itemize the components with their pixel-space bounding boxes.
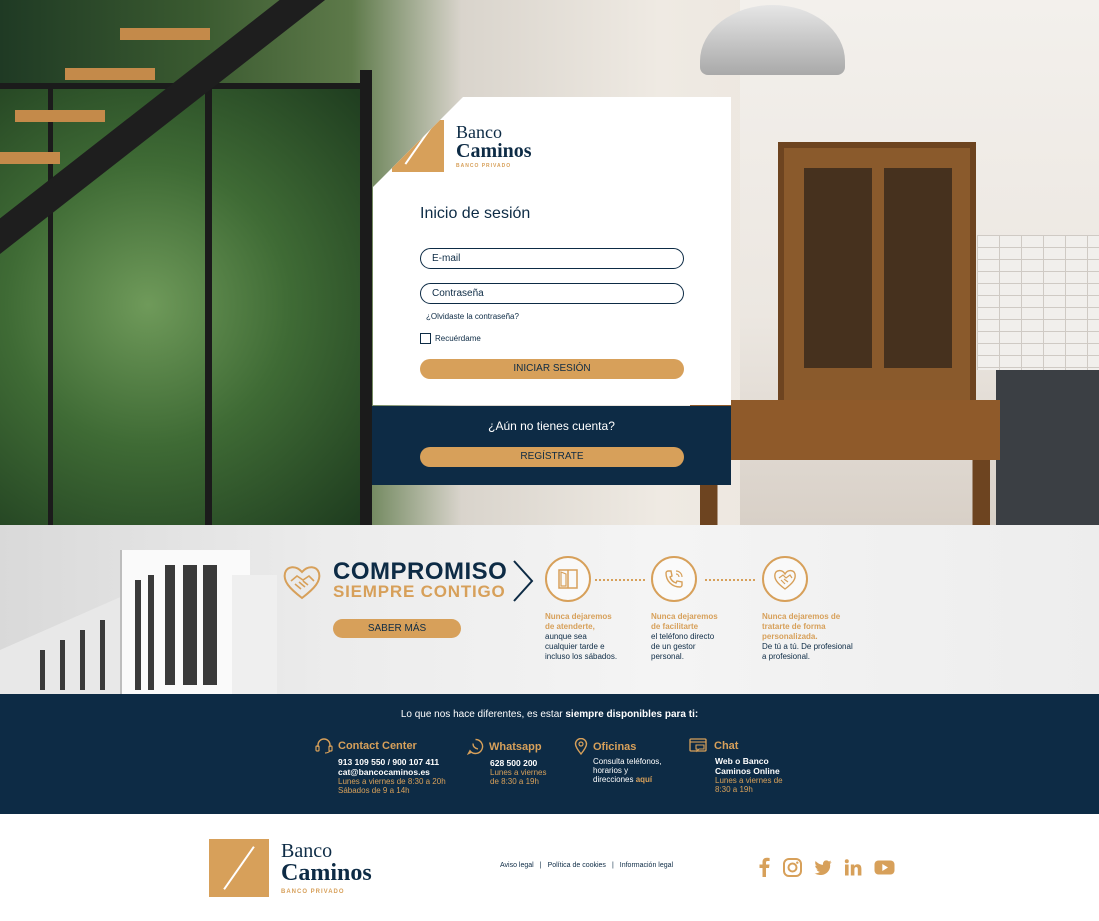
- register-panel: ¿Aún no tienes cuenta? REGÍSTRATE: [372, 406, 731, 485]
- feature-text: Nunca dejaremos de facilitarte el teléfo…: [651, 612, 718, 661]
- tile-wall: [977, 235, 1099, 370]
- cabinet-glass: [804, 168, 872, 368]
- whatsapp-contact[interactable]: Whatsapp 628 500 200 Lunes a viernes de …: [467, 738, 546, 786]
- chevron-right-icon: [513, 560, 534, 602]
- handshake-icon: [762, 556, 808, 602]
- window-mullion: [205, 85, 212, 525]
- legal-info-link[interactable]: Información legal: [620, 862, 673, 869]
- window-mullion: [48, 85, 53, 525]
- whatsapp-icon: [467, 738, 484, 755]
- brand-tagline: BANCO PRIVADO: [456, 163, 512, 169]
- commitment-band: [0, 525, 1099, 694]
- password-field[interactable]: [420, 283, 684, 304]
- register-button[interactable]: REGÍSTRATE: [420, 447, 684, 467]
- contact-strip: Lo que nos hace diferentes, es estar sie…: [0, 694, 1099, 814]
- stair-step: [65, 68, 155, 80]
- garden-window: [0, 85, 370, 525]
- linkedin-icon[interactable]: [844, 858, 862, 876]
- cabinet-glass: [884, 168, 952, 368]
- login-title: Inicio de sesión: [420, 205, 531, 222]
- commitment-subtitle: SIEMPRE CONTIGO: [333, 582, 506, 601]
- register-question: ¿Aún no tienes cuenta?: [488, 419, 615, 433]
- forgot-password-link[interactable]: ¿Olvidaste la contraseña?: [426, 312, 519, 321]
- headset-icon: [315, 738, 333, 754]
- contact-center[interactable]: Contact Center 913 109 550 / 900 107 411…: [315, 738, 446, 795]
- stair-step: [120, 28, 210, 40]
- offices-link[interactable]: aquí: [636, 775, 652, 784]
- twitter-icon[interactable]: [814, 859, 832, 875]
- brand-name-line2: Caminos: [281, 860, 372, 886]
- handshake-heart-icon: [283, 566, 321, 600]
- learn-more-button[interactable]: SABER MÁS: [333, 619, 461, 638]
- remember-checkbox[interactable]: [420, 333, 431, 344]
- chat-contact[interactable]: Chat Web o Banco Caminos Online Lunes a …: [689, 738, 783, 794]
- social-links: [757, 857, 907, 877]
- dotted-connector: [705, 579, 755, 581]
- chat-icon: [689, 738, 707, 753]
- table-legs: [700, 460, 990, 525]
- wooden-cabinet: [778, 142, 976, 442]
- phone-icon: [651, 556, 697, 602]
- feature-text: Nunca dejaremos de tratarte de forma per…: [762, 612, 853, 661]
- contact-intro: Lo que nos hace diferentes, es estar sie…: [400, 709, 699, 720]
- window-mullion: [360, 70, 372, 525]
- contact-phones: 913 109 550 / 900 107 411: [338, 757, 440, 767]
- footer-logo[interactable]: Banco Caminos BANCO PRIVADO: [209, 839, 372, 897]
- kitchen-counter: [996, 370, 1099, 525]
- stair-step: [0, 152, 60, 164]
- offices-contact[interactable]: Oficinas Consulta teléfonos, horarios y …: [574, 738, 662, 784]
- logo-mark: [209, 839, 269, 897]
- facebook-icon[interactable]: [757, 857, 771, 877]
- building-image: [0, 535, 277, 694]
- remember-label: Recuérdame: [435, 334, 481, 343]
- stair-step: [15, 110, 105, 122]
- brand-name-line1: Banco: [281, 840, 333, 862]
- legal-links: Aviso legal | Política de cookies | Info…: [500, 862, 674, 869]
- contact-email[interactable]: cat@bancocaminos.es: [338, 767, 446, 777]
- email-field[interactable]: [420, 248, 684, 269]
- login-card: Banco Caminos BANCO PRIVADO Inicio de se…: [373, 97, 731, 405]
- remember-me[interactable]: Recuérdame: [420, 333, 481, 344]
- dining-table: [690, 400, 1000, 460]
- cookies-policy-link[interactable]: Política de cookies: [548, 862, 606, 869]
- brand-tagline: BANCO PRIVADO: [281, 889, 345, 895]
- feature-text: Nunca dejaremos de atenderte, aunque sea…: [545, 612, 618, 661]
- door-icon: [545, 556, 591, 602]
- legal-notice-link[interactable]: Aviso legal: [500, 862, 534, 869]
- brand-name-line2: Caminos: [456, 140, 532, 162]
- youtube-icon[interactable]: [874, 860, 895, 875]
- login-button[interactable]: INICIAR SESIÓN: [420, 359, 684, 379]
- dotted-connector: [595, 579, 645, 581]
- brand-name-line1: Banco: [456, 122, 502, 142]
- instagram-icon[interactable]: [783, 857, 802, 877]
- location-pin-icon: [574, 738, 588, 755]
